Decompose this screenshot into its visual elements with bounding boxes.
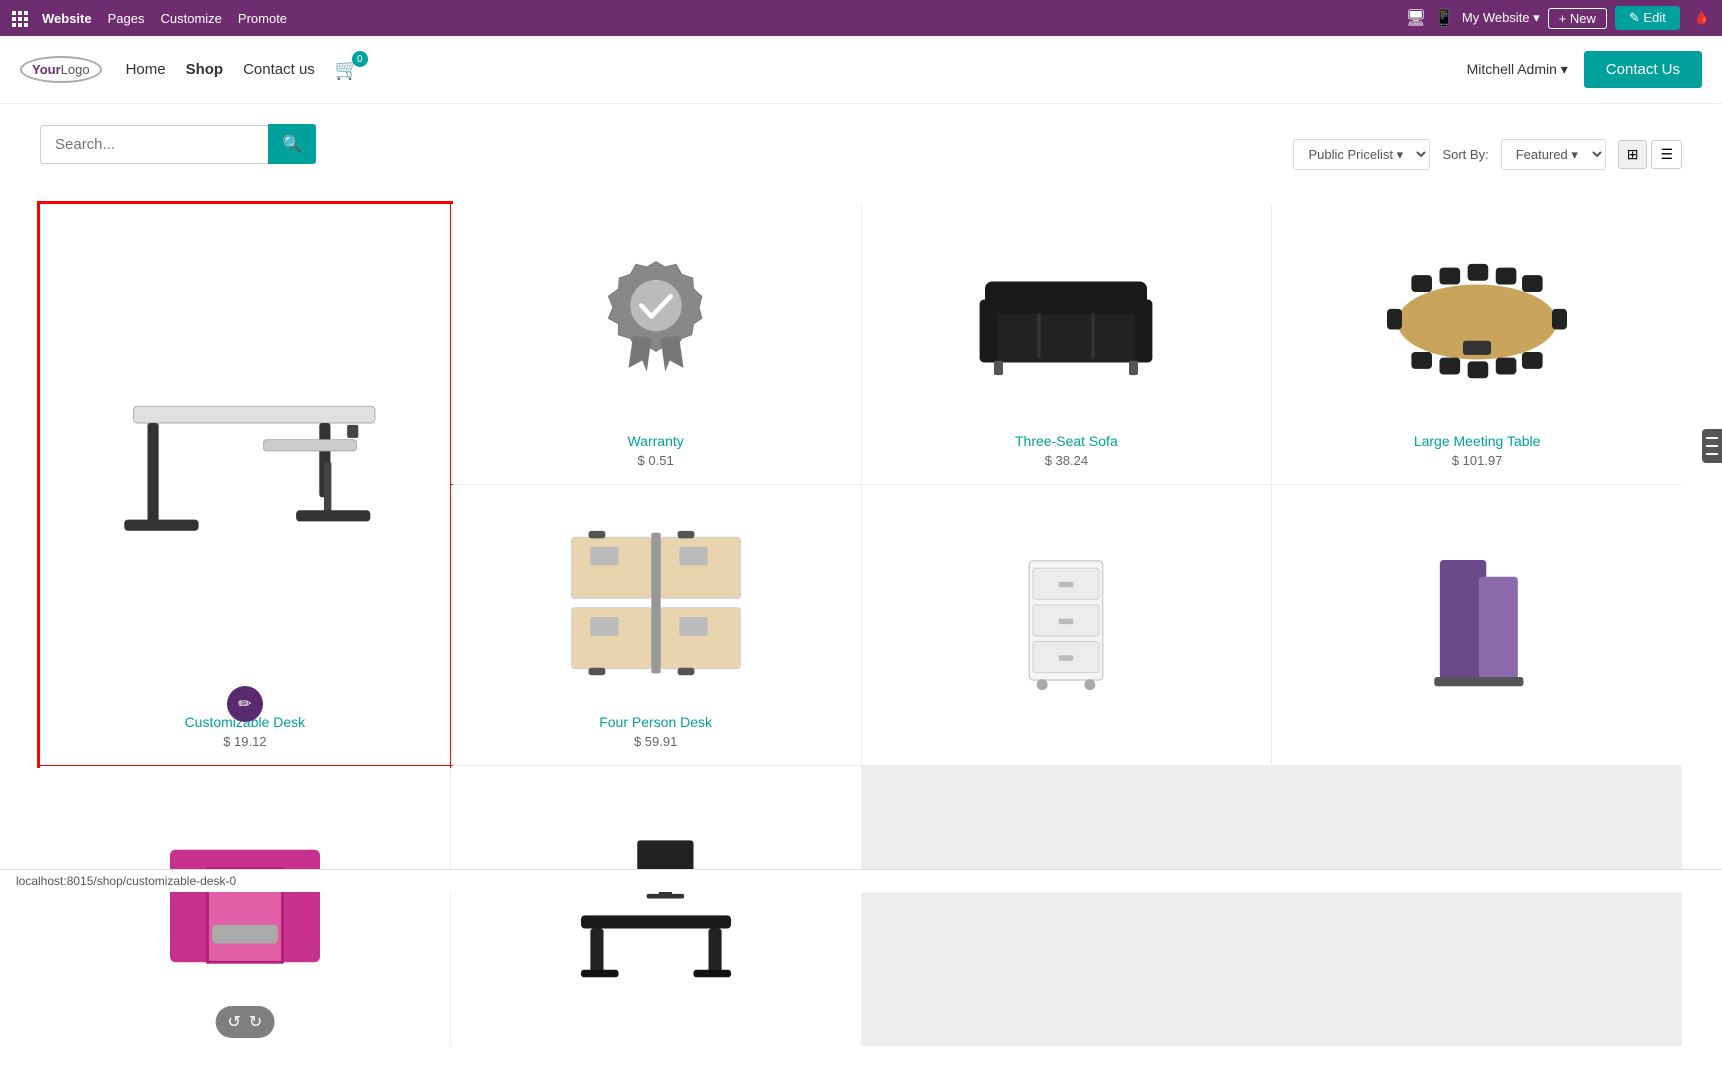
fourdesk-svg bbox=[561, 528, 751, 678]
product-name-warranty: Warranty bbox=[627, 433, 683, 449]
sidebar-line bbox=[1706, 437, 1718, 439]
product-price-three-seat-sofa: $ 38.24 bbox=[1045, 453, 1088, 468]
edit-label: ✎ Edit bbox=[1629, 10, 1666, 26]
product-card-screen-divider[interactable] bbox=[1272, 485, 1682, 765]
status-bar: localhost:8015/shop/customizable-desk-0 bbox=[0, 869, 1722, 892]
edit-button[interactable]: ✎ Edit bbox=[1615, 6, 1680, 30]
product-name-four-person-desk: Four Person Desk bbox=[599, 714, 712, 730]
sidebar-line bbox=[1706, 453, 1718, 455]
odoo-drop-icon: 🩸 bbox=[1694, 10, 1710, 26]
product-price-customizable-desk: $ 19.12 bbox=[223, 734, 266, 749]
new-button[interactable]: + New bbox=[1548, 8, 1607, 29]
main-nav: Home Shop Contact us 🛒 0 bbox=[126, 57, 1467, 82]
screen-divider-image bbox=[1288, 501, 1666, 749]
nav-customize[interactable]: Customize bbox=[160, 11, 221, 26]
sort-dropdown[interactable]: Featured ▾ bbox=[1501, 139, 1606, 170]
divider-svg bbox=[1412, 550, 1542, 700]
sofa-svg bbox=[976, 262, 1156, 382]
grid-view-button[interactable]: ⊞ bbox=[1618, 140, 1648, 169]
pricelist-dropdown[interactable]: Public Pricelist ▾ bbox=[1293, 139, 1430, 170]
rotate-right-button[interactable]: ↻ bbox=[249, 1012, 262, 1032]
desk-image bbox=[56, 220, 434, 704]
product-price-four-person-desk: $ 59.91 bbox=[634, 734, 677, 749]
logo[interactable]: YourLogo bbox=[20, 56, 102, 83]
rotate-left-button[interactable]: ↺ bbox=[227, 1012, 240, 1032]
status-url: localhost:8015/shop/customizable-desk-0 bbox=[16, 874, 236, 888]
cart-badge: 0 bbox=[352, 51, 368, 67]
new-label: + New bbox=[1559, 11, 1596, 26]
booth-svg bbox=[160, 831, 330, 981]
search-button[interactable]: 🔍 bbox=[268, 124, 316, 164]
desk-svg bbox=[95, 332, 395, 592]
mobile-icon: 📱 bbox=[1434, 8, 1454, 28]
search-icon: 🔍 bbox=[282, 136, 302, 153]
product-price-warranty: $ 0.51 bbox=[638, 453, 674, 468]
product-card-standing-desk[interactable] bbox=[451, 766, 861, 1046]
sofa-image bbox=[878, 220, 1256, 423]
view-buttons: ⊞ ☰ bbox=[1618, 140, 1682, 169]
nav-pages[interactable]: Pages bbox=[108, 11, 145, 26]
product-card-customizable-desk[interactable]: ✏ Customizable Desk $ 19.12 bbox=[40, 204, 450, 765]
nav-home[interactable]: Home bbox=[126, 61, 166, 78]
product-card-large-meeting-table[interactable]: Large Meeting Table $ 101.97 bbox=[1272, 204, 1682, 484]
website-title: Website bbox=[42, 11, 92, 26]
nav-right: Mitchell Admin ▾ Contact Us bbox=[1467, 51, 1702, 88]
meeting-svg bbox=[1382, 247, 1572, 397]
product-price-large-meeting-table: $ 101.97 bbox=[1452, 453, 1503, 468]
cart-wrapper[interactable]: 🛒 0 bbox=[335, 57, 360, 82]
nav-contact[interactable]: Contact us bbox=[243, 61, 315, 78]
admin-bar: Website Pages Customize Promote 🖥 📱 My W… bbox=[0, 0, 1722, 36]
warranty-svg bbox=[601, 257, 711, 387]
four-person-desk-image bbox=[467, 501, 845, 704]
edit-pencil-overlay: ✏ bbox=[227, 686, 263, 722]
standdesk-svg bbox=[561, 831, 751, 981]
sort-label: Sort By: bbox=[1442, 147, 1488, 162]
nav-promote[interactable]: Promote bbox=[238, 11, 287, 26]
cabinet-svg bbox=[1011, 550, 1121, 700]
filing-cabinet-image bbox=[878, 501, 1256, 749]
product-card-warranty[interactable]: Warranty $ 0.51 bbox=[451, 204, 861, 484]
my-website-label[interactable]: My Website ▾ bbox=[1462, 10, 1540, 26]
search-bar: 🔍 bbox=[40, 124, 316, 164]
grid-menu-icon[interactable] bbox=[12, 11, 26, 25]
image-controls-overlay: ↺ ↻ bbox=[215, 1006, 274, 1038]
product-card-four-person-desk[interactable]: Four Person Desk $ 59.91 bbox=[451, 485, 861, 765]
product-card-three-seat-sofa[interactable]: Three-Seat Sofa $ 38.24 bbox=[862, 204, 1272, 484]
product-card-filing-cabinet[interactable] bbox=[862, 485, 1272, 765]
logo-text: Your bbox=[32, 62, 61, 77]
standing-desk-image bbox=[467, 782, 845, 1030]
right-sidebar[interactable] bbox=[1702, 429, 1722, 463]
monitor-icon: 🖥 bbox=[1406, 8, 1426, 28]
privacy-booth-image bbox=[56, 782, 434, 1030]
sidebar-line bbox=[1706, 445, 1718, 447]
meeting-table-image bbox=[1288, 220, 1666, 423]
product-card-privacy-booth[interactable]: ↺ ↻ bbox=[40, 766, 450, 1046]
product-name-three-seat-sofa: Three-Seat Sofa bbox=[1015, 433, 1118, 449]
filter-row: Public Pricelist ▾ Sort By: Featured ▾ ⊞… bbox=[1293, 139, 1682, 170]
website-nav: YourLogo Home Shop Contact us 🛒 0 Mitche… bbox=[0, 36, 1722, 104]
contact-us-button[interactable]: Contact Us bbox=[1584, 51, 1702, 88]
product-name-large-meeting-table: Large Meeting Table bbox=[1414, 433, 1541, 449]
admin-user-label[interactable]: Mitchell Admin ▾ bbox=[1467, 61, 1568, 78]
warranty-image bbox=[467, 220, 845, 423]
nav-shop[interactable]: Shop bbox=[186, 61, 224, 78]
products-grid: ✏ Customizable Desk $ 19.12 bbox=[40, 204, 1682, 1046]
search-input[interactable] bbox=[40, 125, 268, 164]
list-view-button[interactable]: ☰ bbox=[1651, 140, 1682, 169]
shop-container: 🔍 Public Pricelist ▾ Sort By: Featured ▾… bbox=[0, 104, 1722, 1086]
